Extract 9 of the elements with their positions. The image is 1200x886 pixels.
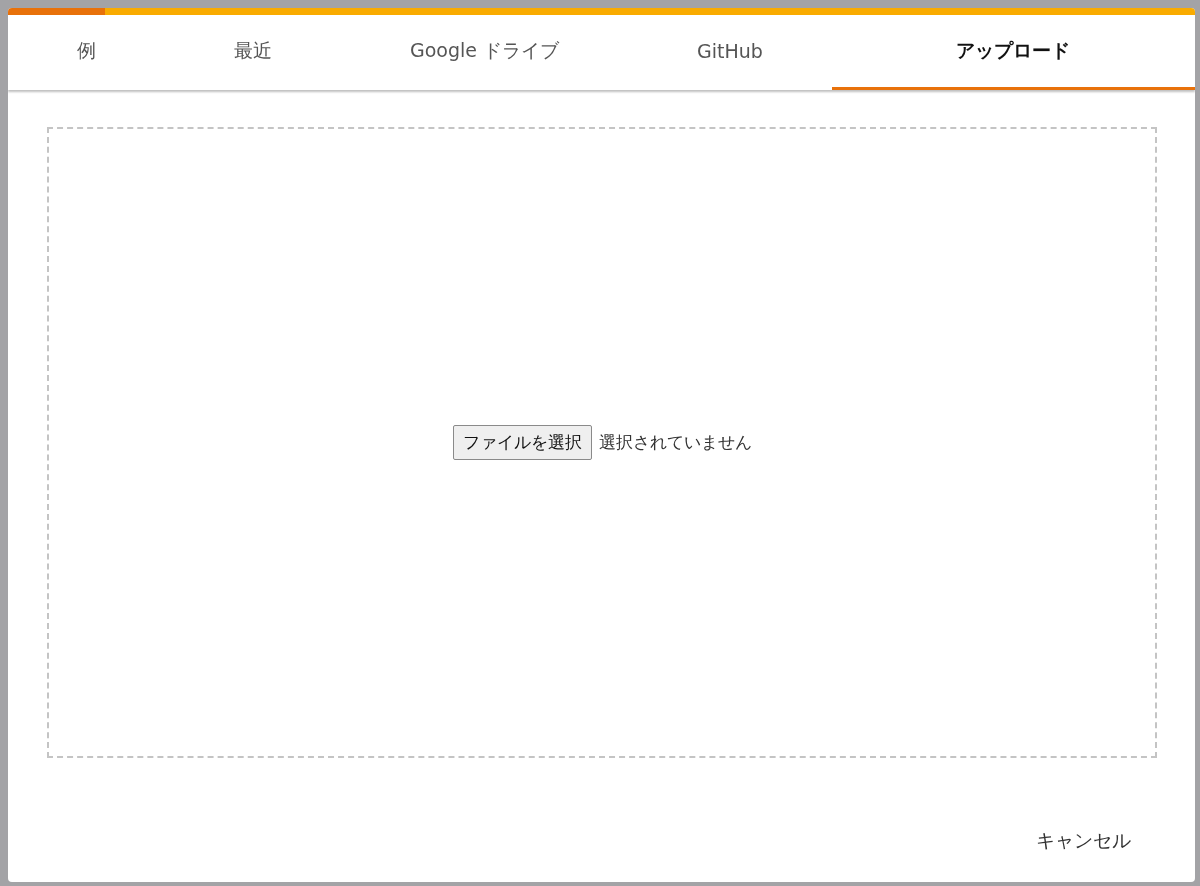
tab[interactable]: 例 <box>8 15 165 90</box>
file-status: 選択されていません <box>598 431 752 454</box>
tab[interactable]: 最近 <box>165 15 341 90</box>
tab[interactable]: GitHub <box>628 15 832 90</box>
tab[interactable]: Google ドライブ <box>341 15 629 90</box>
tab[interactable]: アップロード <box>831 15 1195 90</box>
choose-file-button[interactable]: ファイルを選択 <box>452 425 592 460</box>
drop-zone[interactable]: ファイルを選択 選択されていません <box>47 127 1157 758</box>
cancel-button[interactable]: キャンセル <box>1036 824 1131 858</box>
